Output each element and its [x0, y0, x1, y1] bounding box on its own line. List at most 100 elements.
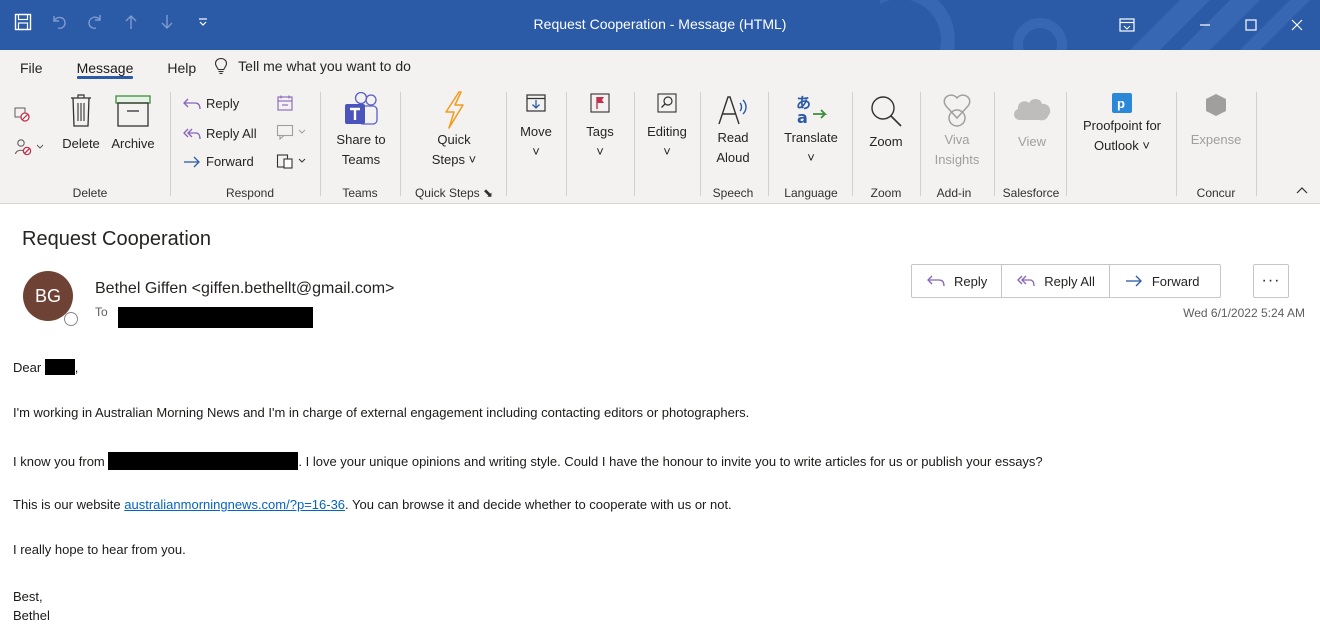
tell-me-search[interactable]: Tell me what you want to do: [214, 50, 411, 82]
group-separator: [170, 92, 171, 196]
group-separator: [566, 92, 567, 196]
steps-label: Steps ˅: [431, 152, 477, 167]
read-aloud-button[interactable]: Read Aloud: [706, 92, 760, 168]
zoom-group-label: Zoom: [870, 186, 902, 200]
message-actions: Reply Reply All Forward: [911, 264, 1221, 298]
lightning-icon: [445, 91, 464, 129]
ribbon-forward-button[interactable]: Forward: [182, 154, 254, 169]
redacted-recipient: [118, 307, 313, 328]
teams-label: Teams: [341, 152, 381, 167]
paragraph-1: I'm working in Australian Morning News a…: [13, 405, 750, 420]
tab-message[interactable]: Message: [76, 50, 133, 82]
teams-group-label: Teams: [342, 186, 378, 200]
group-separator: [1256, 92, 1257, 196]
chevron-down-icon: [298, 129, 306, 134]
proofpoint-icon: p: [1112, 93, 1132, 113]
more-respond-button[interactable]: [276, 152, 306, 170]
delete-button[interactable]: Delete: [58, 92, 104, 154]
tags-button[interactable]: Tags ˅: [574, 92, 626, 162]
move-button[interactable]: Move ˅: [510, 92, 562, 162]
language-group-label: Language: [784, 186, 838, 200]
signature: Bethel: [13, 608, 50, 623]
move-folder-icon: [526, 94, 546, 112]
reply-all-label: Reply All: [1044, 273, 1095, 289]
flag-icon: [590, 93, 610, 113]
chevron-down-icon: [298, 158, 306, 163]
reply-button[interactable]: Reply: [912, 265, 1003, 297]
tags-label: Tags: [586, 124, 614, 139]
tab-help[interactable]: Help: [167, 50, 196, 82]
outlook-label: Outlook ˅: [1093, 138, 1151, 153]
calendar-reply-icon: [277, 95, 293, 111]
group-separator: [506, 92, 507, 196]
viva-insights-icon: [943, 94, 971, 127]
title-bar: Request Cooperation - Message (HTML): [0, 0, 1320, 50]
chevron-down-icon: ˅: [663, 144, 671, 159]
ribbon-display-options-icon[interactable]: [1104, 0, 1150, 50]
ribbon: Delete Archive Delete Reply Reply All Fo…: [0, 82, 1320, 204]
concur-group-label: Concur: [1196, 186, 1236, 200]
reply-icon: [927, 275, 945, 287]
ribbon-reply-all-button[interactable]: Reply All: [182, 126, 257, 141]
forward-icon: [1125, 275, 1142, 287]
concur-icon: [1206, 94, 1226, 116]
proofpoint-button[interactable]: p Proofpoint for Outlook ˅: [1070, 92, 1174, 156]
zoom-label: Zoom: [869, 134, 903, 149]
forward-label: Forward: [206, 154, 254, 169]
insights-label: Insights: [934, 152, 980, 167]
meeting-reply-button[interactable]: [276, 94, 294, 112]
collapse-ribbon-button[interactable]: [1296, 186, 1308, 194]
editing-button[interactable]: Editing ˅: [640, 92, 694, 162]
translate-button[interactable]: あa Translate ˅: [774, 92, 848, 168]
presence-indicator: [64, 312, 78, 326]
group-separator: [700, 92, 701, 196]
expense-button[interactable]: Expense: [1184, 92, 1248, 150]
proofpoint-label: Proofpoint for: [1082, 118, 1162, 133]
zoom-button[interactable]: Zoom: [858, 92, 914, 152]
group-separator: [1066, 92, 1067, 196]
quick-label: Quick: [437, 132, 471, 147]
trash-icon: [71, 94, 91, 127]
salesforce-view-button[interactable]: View: [1000, 92, 1064, 152]
group-separator: [400, 92, 401, 196]
translate-icon: あa: [796, 94, 828, 127]
redacted-name: [44, 359, 75, 375]
share-to-label: Share to: [336, 132, 386, 147]
maximize-icon[interactable]: [1228, 0, 1274, 50]
to-label: To: [95, 305, 108, 319]
delete-group-label: Delete: [72, 186, 108, 200]
archive-icon: [115, 95, 151, 127]
chevron-up-icon: [1296, 187, 1308, 194]
chat-reply-icon: [276, 124, 294, 140]
salesforce-cloud-icon: [1014, 98, 1051, 121]
message-subject: Request Cooperation: [22, 228, 212, 250]
sender[interactable]: Bethel Giffen <giffen.bethellt@gmail.com…: [95, 280, 394, 298]
tell-me-label: Tell me what you want to do: [238, 58, 411, 74]
archive-button[interactable]: Archive: [104, 94, 162, 154]
quick-steps-button[interactable]: Quick Steps ˅: [416, 90, 492, 170]
group-separator: [852, 92, 853, 196]
archive-label: Archive: [111, 136, 155, 151]
website-link[interactable]: australianmorningnews.com/?p=16-36: [124, 497, 345, 512]
share-to-teams-button[interactable]: Share to Teams: [326, 92, 396, 170]
more-actions-button[interactable]: ···: [1253, 264, 1289, 298]
reply-label: Reply: [206, 96, 240, 111]
ribbon-reply-button[interactable]: Reply: [182, 96, 239, 111]
move-label: Move: [520, 124, 552, 139]
reply-all-label: Reply All: [206, 126, 257, 141]
close-icon[interactable]: [1274, 0, 1320, 50]
im-reply-button[interactable]: [276, 124, 306, 140]
block-button[interactable]: [14, 138, 44, 156]
minimize-icon[interactable]: [1182, 0, 1228, 50]
reply-all-button[interactable]: Reply All: [1002, 265, 1110, 297]
redacted-source: [108, 452, 299, 470]
tab-file[interactable]: File: [20, 50, 43, 82]
ignore-button[interactable]: [14, 106, 30, 122]
expense-label: Expense: [1190, 132, 1242, 147]
forward-button[interactable]: Forward: [1110, 265, 1220, 297]
paragraph-2: I know you from . I love your unique opi…: [13, 452, 1043, 470]
read-aloud-icon: [718, 96, 747, 125]
editing-label: Editing: [647, 124, 687, 139]
viva-insights-button[interactable]: Viva Insights: [926, 92, 988, 170]
more-respond-icon: [276, 154, 293, 169]
